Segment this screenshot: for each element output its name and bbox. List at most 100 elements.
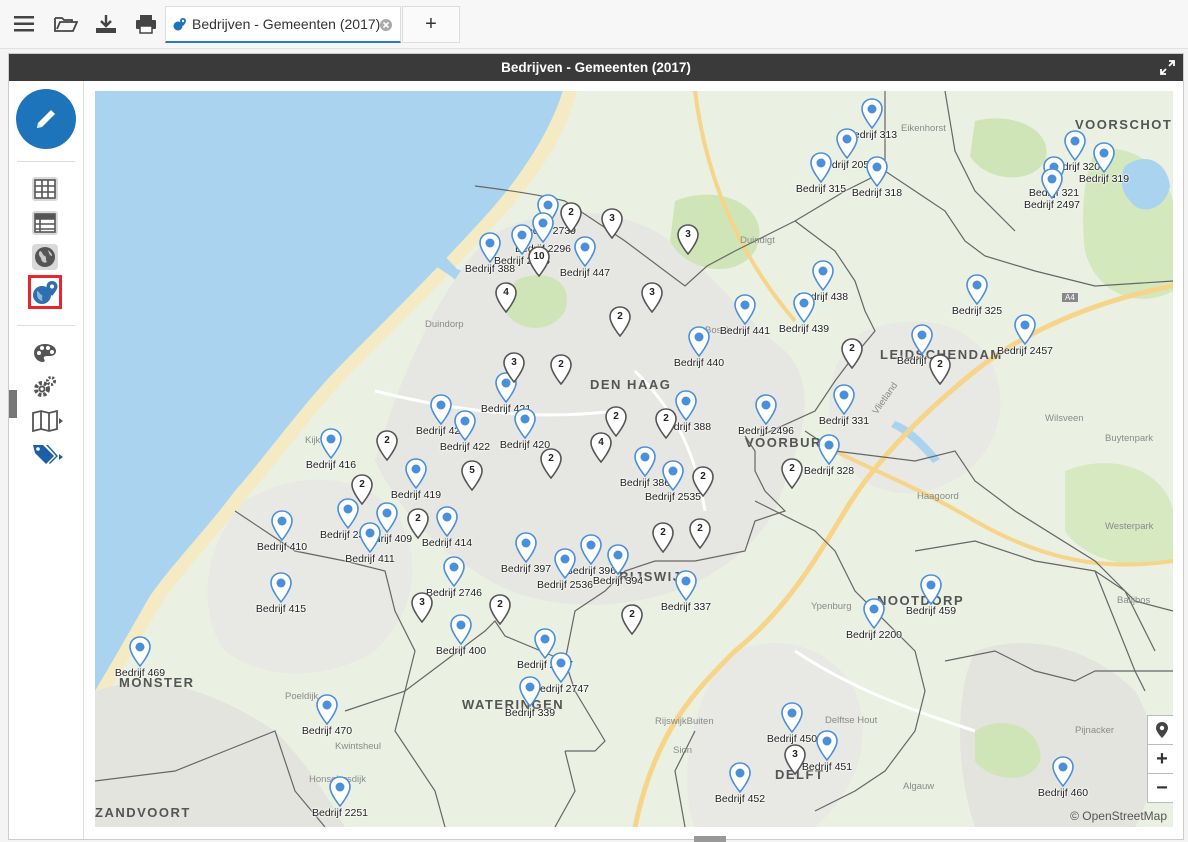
marker-label: Bedrijf 328 (803, 465, 855, 477)
map-marker-icon (580, 534, 602, 565)
cluster-count: 10 (533, 251, 545, 262)
printer-icon[interactable] (132, 10, 160, 38)
marker-label: Bedrijf 2457 (996, 345, 1054, 357)
sidebar (9, 81, 84, 839)
map-marker-icon (554, 548, 576, 579)
marker-label: Bedrijf 414 (421, 537, 473, 549)
map-marker-icon (863, 598, 885, 629)
map-marker-icon (818, 434, 840, 465)
cluster-count: 3 (419, 597, 425, 608)
hamburger-icon[interactable] (10, 10, 38, 38)
add-tab-button[interactable]: + (402, 6, 460, 43)
bottom-resize-handle[interactable] (694, 836, 726, 842)
marker-label: Bedrijf 2536 (536, 579, 594, 591)
map-marker-icon (479, 232, 501, 263)
marker-label: Bedrijf 469 (114, 667, 166, 679)
map-marker-icon (810, 152, 832, 183)
city-label: VOORSCHOTEN (1075, 117, 1173, 132)
gears-icon[interactable] (31, 373, 59, 401)
marker-label: Bedrijf 315 (795, 183, 847, 195)
place-label: Pijnacker (1075, 725, 1115, 736)
marker-label: Bedrijf 318 (851, 187, 903, 199)
cluster-count: 2 (558, 359, 564, 370)
cluster-count: 2 (613, 411, 619, 422)
marker-label: Bedrijf 441 (719, 325, 771, 337)
map-marker-icon (550, 652, 572, 683)
place-label: Kwintsheul (335, 741, 381, 752)
panel-title: Bedrijven - Gemeenten (2017) (501, 60, 691, 75)
map-marker-icon (320, 428, 342, 459)
map-marker-icon (662, 460, 684, 491)
place-label: Buytenpark (1105, 433, 1154, 444)
marker-label: Bedrijf 397 (500, 563, 552, 575)
marker-label: Bedrijf 411 (345, 553, 395, 565)
map-marker-icon (270, 572, 292, 603)
place-label: Haagoord (917, 491, 959, 502)
cluster-count: 2 (568, 207, 574, 218)
marker-label: Bedrijf 2746 (425, 587, 483, 599)
folder-open-icon[interactable] (52, 10, 80, 38)
place-label: Balijbos (1117, 595, 1151, 606)
cluster-count: 2 (697, 523, 703, 534)
marker-label: Bedrijf 416 (305, 459, 357, 471)
map-panel: Bedrijven - Gemeenten (2017) DEN HAAG VO… (8, 53, 1184, 840)
marker-label: Bedrijf 419 (390, 489, 442, 501)
cluster-count: 4 (598, 437, 604, 448)
city-label: ZANDVOORT (95, 805, 191, 820)
map-attribution: © OpenStreetMap (1070, 809, 1167, 823)
map-marker-icon (1041, 168, 1063, 199)
marker-label: Bedrijf 2747 (532, 683, 590, 695)
locate-button[interactable] (1147, 715, 1173, 745)
map-marker-icon (1064, 130, 1086, 161)
cluster-count: 3 (649, 287, 655, 298)
globe-icon[interactable] (31, 243, 59, 271)
marker-label: Bedrijf 460 (1037, 787, 1089, 799)
expand-icon[interactable] (1160, 60, 1175, 75)
map-icon[interactable] (31, 407, 65, 435)
map-pin-icon (1156, 722, 1168, 738)
cluster-count: 2 (415, 513, 421, 524)
table-icon[interactable] (31, 175, 59, 203)
marker-label: Bedrijf 440 (673, 357, 725, 369)
city-label: DEN HAAG (590, 377, 672, 392)
close-icon[interactable] (380, 19, 392, 31)
cluster-count: 2 (548, 453, 554, 464)
map-marker-icon (430, 394, 452, 425)
zoom-out-button[interactable]: − (1147, 773, 1173, 803)
map-marker-icon (675, 570, 697, 601)
cluster-count: 2 (660, 527, 666, 538)
cluster-count: 2 (663, 413, 669, 424)
top-toolbar: Bedrijven - Gemeenten (2017) + (0, 0, 1188, 49)
map-marker-icon (532, 212, 554, 243)
map-marker-icon (688, 326, 710, 357)
map-marker-icon (675, 390, 697, 421)
tags-icon[interactable] (31, 441, 65, 469)
cluster-count: 3 (609, 213, 615, 224)
map-pin-globe-icon[interactable] (31, 279, 59, 307)
map-view[interactable]: DEN HAAG VOORBURG LEIDSCHENDAM RIJSWIJK … (95, 91, 1173, 827)
sidebar-collapse-handle[interactable] (9, 390, 17, 418)
map-marker-icon (443, 556, 465, 587)
cluster-count: 3 (685, 229, 691, 240)
map-marker-icon (271, 510, 293, 541)
map-marker-icon (911, 324, 933, 355)
tab-bedrijven-gemeenten[interactable]: Bedrijven - Gemeenten (2017) (165, 6, 401, 43)
marker-label: Bedrijf 388 (464, 263, 516, 275)
marker-label: Bedrijf 410 (256, 541, 308, 553)
map-marker-icon (836, 128, 858, 159)
map-marker-icon (436, 506, 458, 537)
palette-icon[interactable] (31, 339, 59, 367)
place-label: Sion (673, 745, 693, 756)
place-label: Poeldijk (285, 691, 319, 702)
place-label: Algauw (903, 781, 935, 792)
list-icon[interactable] (31, 209, 59, 237)
place-label: Eikenhorst (901, 123, 946, 134)
marker-label: Bedrijf 447 (559, 267, 611, 279)
download-icon[interactable] (92, 10, 120, 38)
place-label: Wilsveen (1045, 413, 1084, 424)
place-label: Ypenburg (811, 601, 852, 612)
zoom-in-button[interactable]: + (1147, 744, 1173, 774)
map-marker-icon (519, 676, 541, 707)
edit-button[interactable] (16, 89, 76, 149)
marker-label: Bedrijf 331 (818, 415, 870, 427)
